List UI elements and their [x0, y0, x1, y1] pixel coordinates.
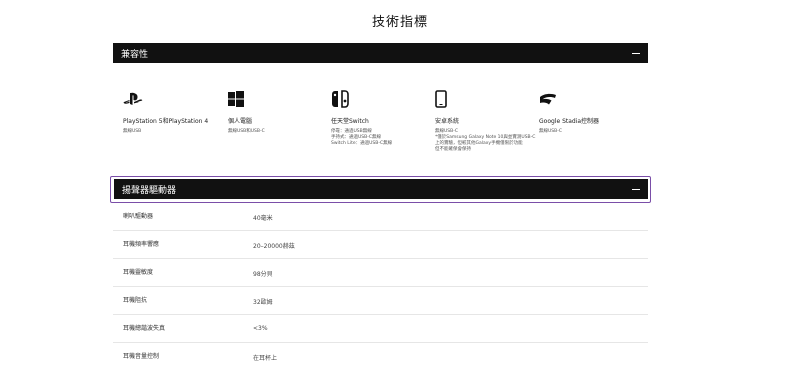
- collapse-minus-icon[interactable]: [632, 188, 640, 190]
- compat-header-label: 兼容性: [121, 49, 149, 60]
- compat-item-name: 安卓系統: [435, 118, 460, 125]
- compat-item-name: Google Stadia控制器: [539, 118, 600, 125]
- compat-item-detail: 無線USB: [123, 129, 142, 134]
- smartphone-icon: [435, 88, 545, 110]
- nintendo-switch-icon: [331, 88, 441, 110]
- spec-label: 耳機靈敏度: [123, 269, 154, 276]
- spec-label: 耳機總諧波失真: [123, 325, 166, 332]
- spec-row: 耳機阻抗 32歐姆: [113, 287, 648, 315]
- stadia-icon: [539, 88, 649, 110]
- spec-row: 耳機音量控制 在耳杯上: [113, 343, 648, 371]
- compat-item-detail: 無線USB和USB-C: [228, 129, 265, 134]
- compat-item-name: PlayStation 5和PlayStation 4: [123, 118, 209, 125]
- driver-header-label: 揚聲器驅動器: [122, 185, 177, 196]
- spec-row: 喇叭驅動器 40毫米: [113, 203, 648, 231]
- spec-row: 耳機頻率響應 20–20000赫茲: [113, 231, 648, 259]
- spec-value: <3%: [253, 325, 268, 332]
- spec-value: 98分貝: [253, 271, 273, 278]
- compat-item-detail: 無線USB-C *僅於Samsung Galaxy Note 10與並實測USB…: [435, 129, 536, 152]
- compat-item-playstation: PlayStation 5和PlayStation 4 無線USB: [123, 88, 233, 135]
- windows-icon: [228, 88, 338, 110]
- compat-item-switch: 任天堂Switch 停靠：通過USB無線 手持式：通過USB-C無線 Switc…: [331, 88, 441, 147]
- driver-accordion-header[interactable]: 揚聲器驅動器: [114, 179, 648, 199]
- playstation-icon: [123, 88, 233, 110]
- spec-row: 耳機靈敏度 98分貝: [113, 259, 648, 287]
- driver-spec-table: 喇叭驅動器 40毫米 耳機頻率響應 20–20000赫茲 耳機靈敏度 98分貝 …: [113, 203, 648, 371]
- compat-item-name: 個人電腦: [228, 118, 253, 125]
- spec-label: 耳機音量控制: [123, 353, 160, 360]
- compat-item-stadia: Google Stadia控制器 無線USB-C: [539, 88, 649, 135]
- spec-label: 耳機頻率響應: [123, 241, 160, 248]
- spec-value: 20–20000赫茲: [253, 243, 295, 250]
- spec-value: 32歐姆: [253, 299, 273, 306]
- compatibility-list: PlayStation 5和PlayStation 4 無線USB 個人電腦 無…: [0, 88, 800, 158]
- spec-value: 40毫米: [253, 215, 273, 222]
- compat-accordion-header[interactable]: 兼容性: [113, 43, 648, 63]
- compat-item-detail: 停靠：通過USB無線 手持式：通過USB-C無線 Switch Lite：通過U…: [331, 129, 393, 146]
- spec-value: 在耳杯上: [253, 355, 278, 362]
- page: 技術指標 兼容性 PlayStation 5和PlayStation 4 無線U…: [0, 0, 800, 374]
- compat-item-name: 任天堂Switch: [331, 118, 369, 125]
- spec-label: 耳機阻抗: [123, 297, 148, 304]
- spec-row: 耳機總諧波失真 <3%: [113, 315, 648, 343]
- page-title: 技術指標: [371, 15, 428, 30]
- compat-item-detail: 無線USB-C: [539, 129, 563, 134]
- spec-label: 喇叭驅動器: [123, 213, 154, 220]
- collapse-minus-icon[interactable]: [632, 52, 640, 54]
- compat-item-android: 安卓系統 無線USB-C *僅於Samsung Galaxy Note 10與並…: [435, 88, 545, 153]
- compat-item-pc: 個人電腦 無線USB和USB-C: [228, 88, 338, 135]
